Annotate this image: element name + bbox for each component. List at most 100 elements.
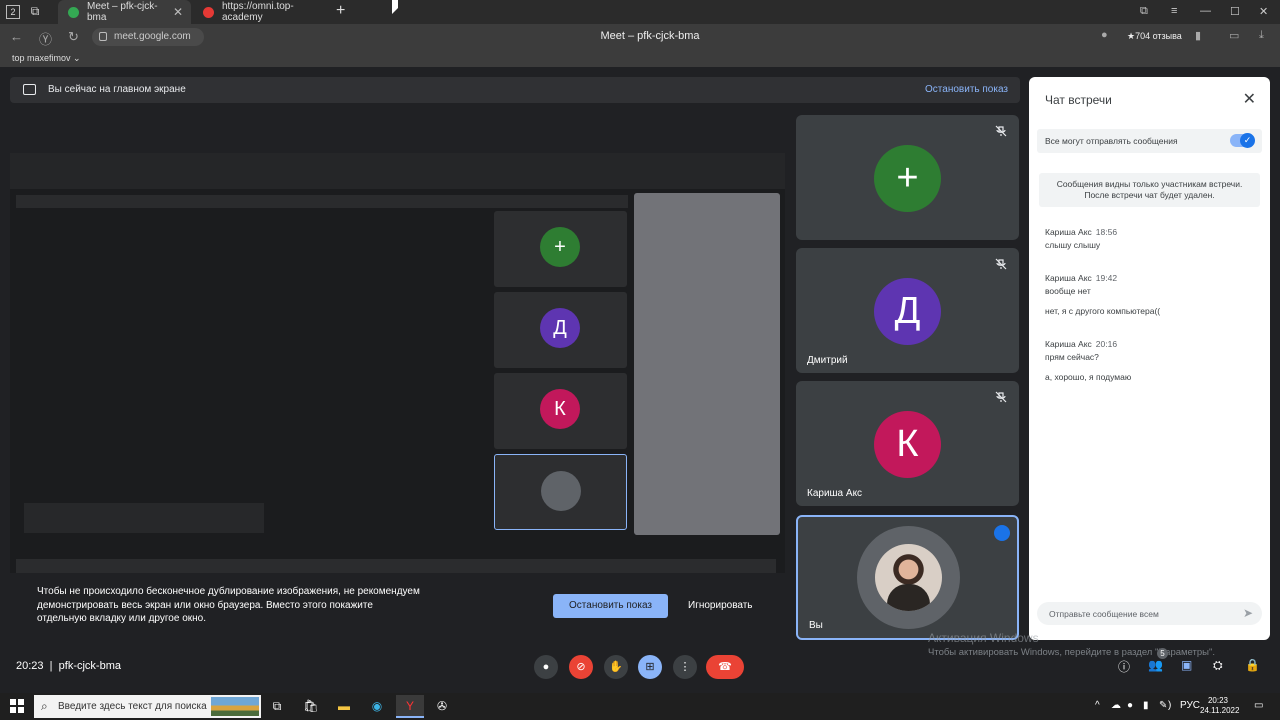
more-options-button[interactable]: ⋮ <box>673 655 697 679</box>
cloud-icon[interactable]: ☁ <box>1111 700 1121 711</box>
activities-icon[interactable]: ⛭ <box>1213 658 1223 673</box>
send-icon[interactable]: ➤ <box>1243 606 1253 620</box>
collections-icon[interactable]: ⧉ <box>1140 5 1148 18</box>
participant-tile[interactable]: + <box>796 115 1019 240</box>
message-text: нет, я с другого компьютера(( <box>1045 306 1161 316</box>
stop-sharing-button[interactable]: Остановить показ <box>553 594 668 618</box>
menu-icon[interactable]: ≡ <box>1171 5 1177 17</box>
self-tile[interactable]: Вы <box>796 515 1019 640</box>
stop-presenting-link[interactable]: Остановить показ <box>925 84 1008 95</box>
windows-start-icon[interactable] <box>10 699 24 713</box>
close-window-icon[interactable]: ✕ <box>1259 5 1268 18</box>
shared-tile <box>494 454 627 530</box>
microphone-button[interactable]: ● <box>534 655 558 679</box>
task-view-icon[interactable]: ⧉ <box>263 695 291 718</box>
windows-taskbar: ⌕ Введите здесь текст для поиска ⧉ 🛍 ▬ ◉… <box>0 693 1280 720</box>
microphone-icon[interactable]: ● <box>1101 29 1108 41</box>
edge-icon[interactable]: ◉ <box>363 695 391 718</box>
chat-title: Чат встречи <box>1045 93 1112 107</box>
leave-call-button[interactable]: ☎ <box>706 655 744 679</box>
download-icon[interactable]: ⤓ <box>1259 29 1264 42</box>
bookmark-icon[interactable]: ▮ <box>1195 29 1201 42</box>
maximize-icon[interactable]: ☐ <box>1230 5 1240 18</box>
participant-tile[interactable]: К Кариша Акс <box>796 381 1019 506</box>
new-tab-button[interactable]: + <box>336 2 345 20</box>
search-icon: ⌕ <box>41 699 48 713</box>
message-author: Кариша Акс <box>1045 227 1092 237</box>
message-time: 18:56 <box>1095 227 1118 237</box>
sidebar-icon[interactable]: ▭ <box>1229 29 1239 42</box>
present-button[interactable]: ⊞ <box>638 655 662 679</box>
message-text: а, хорошо, я подумаю <box>1045 372 1132 382</box>
meeting-info: 20:23 | pfk-cjck-bma <box>16 660 121 672</box>
shared-banner <box>16 195 628 208</box>
shared-tile: К <box>494 373 627 449</box>
info-icon[interactable]: ⓘ <box>1118 658 1130 675</box>
message-text: слышу слышу <box>1045 240 1101 250</box>
pen-icon[interactable]: ✎ <box>1159 700 1167 711</box>
language-indicator[interactable]: РУС <box>1180 700 1200 711</box>
taskbar-search[interactable]: ⌕ Введите здесь текст для поиска <box>34 695 261 718</box>
ignore-button[interactable]: Игнорировать <box>688 600 753 611</box>
yandex-browser-icon[interactable]: Y <box>396 695 424 718</box>
shared-tile: + <box>494 211 627 287</box>
yandex-icon[interactable]: Ⓨ <box>39 29 52 48</box>
reload-icon[interactable]: ↻ <box>68 29 79 45</box>
tab-count-badge[interactable]: 2 <box>6 5 20 19</box>
close-tab-icon[interactable]: ✕ <box>173 5 183 19</box>
message-text: вообще нет <box>1045 286 1091 296</box>
speaker-icon[interactable]: ) <box>1168 700 1171 711</box>
share-warning-line: демонстрировать весь экран или окно брау… <box>37 599 373 611</box>
tray-chevron-icon[interactable]: ^ <box>1095 700 1100 711</box>
presenting-text: Вы сейчас на главном экране <box>48 84 186 95</box>
browser-tab-strip: 2 ⧉ Meet – pfk-cjck-bma ✕ https://omni.t… <box>0 0 1280 24</box>
taskbar-clock[interactable]: 20:23 24.11.2022 <box>1200 696 1239 716</box>
close-chat-icon[interactable]: ✕ <box>1243 89 1256 109</box>
back-icon[interactable]: ← <box>10 29 23 44</box>
mic-icon: ● <box>542 661 550 673</box>
app-icon[interactable]: ✇ <box>428 695 456 718</box>
url-field[interactable]: meet.google.com <box>92 28 204 46</box>
allow-messages-toggle[interactable] <box>1230 133 1255 148</box>
share-warning-line: отдельную вкладку или другое окно. <box>37 613 206 624</box>
speaking-indicator-icon <box>994 525 1010 541</box>
shared-browser-chrome <box>10 153 785 189</box>
hand-icon: ✋ <box>609 661 623 673</box>
meet-stage: Вы сейчас на главном экране Остановить п… <box>0 67 1280 693</box>
chat-message: Кариша Акс 19:42 вообще нет нет, я с друг… <box>1045 273 1255 316</box>
chat-input[interactable]: Отправьте сообщение всем ➤ <box>1037 602 1262 625</box>
camera-off-icon: ⊘ <box>576 661 586 673</box>
store-icon[interactable]: 🛍 <box>297 695 325 718</box>
chat-icon[interactable]: ▣ <box>1181 658 1192 672</box>
chat-info-line: После встречи чат будет удален. <box>1084 190 1215 200</box>
page-title: Meet – pfk-cjck-bma <box>600 30 700 42</box>
present-screen-icon <box>23 84 36 95</box>
bookmark-item[interactable]: top maxefimov ⌄ <box>12 53 81 63</box>
shared-avatar <box>541 471 581 511</box>
participant-tile[interactable]: Д Дмитрий <box>796 248 1019 373</box>
shared-avatar: К <box>540 389 580 429</box>
shared-avatar: Д <box>540 308 580 348</box>
chat-message: Кариша Акс 20:16 прям сейчас? а, хорошо, … <box>1045 339 1255 382</box>
meet-favicon-icon <box>68 6 79 18</box>
presenting-banner: Вы сейчас на главном экране Остановить п… <box>10 77 1020 103</box>
rating-badge[interactable]: ★704 отзыва <box>1127 31 1182 42</box>
participant-name: Дмитрий <box>807 355 848 366</box>
raise-hand-button[interactable]: ✋ <box>604 655 628 679</box>
explorer-icon[interactable]: ▬ <box>330 695 358 718</box>
camera-button[interactable]: ⊘ <box>569 655 593 679</box>
minimize-icon[interactable]: — <box>1200 5 1211 17</box>
notifications-icon[interactable]: ▭ <box>1254 700 1263 711</box>
meeting-time: 20:23 <box>16 660 44 672</box>
people-icon[interactable]: 👥 <box>1148 658 1163 672</box>
allow-messages-row: Все могут отправлять сообщения <box>1037 129 1262 153</box>
tab-omni[interactable]: https://omni.top-academy <box>193 0 326 24</box>
bookmarks-bar: top maxefimov ⌄ <box>0 50 1280 67</box>
shared-chat-panel <box>634 193 780 535</box>
tab-actions-icon[interactable]: ⧉ <box>28 5 42 19</box>
battery-icon[interactable]: ▮ <box>1143 700 1149 711</box>
host-controls-icon[interactable]: 🔒 <box>1245 658 1260 672</box>
chat-input-placeholder: Отправьте сообщение всем <box>1049 609 1159 619</box>
tab-meet[interactable]: Meet – pfk-cjck-bma ✕ <box>58 0 191 24</box>
tray-mic-icon[interactable]: ● <box>1127 700 1133 711</box>
